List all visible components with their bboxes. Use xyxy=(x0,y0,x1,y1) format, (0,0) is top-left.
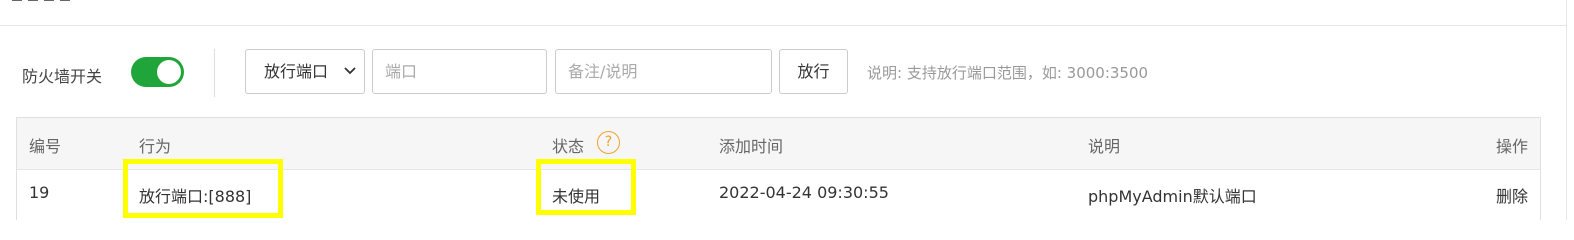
delete-link[interactable]: 删除 xyxy=(1496,183,1528,207)
row-id: 19 xyxy=(29,183,50,202)
port-input[interactable] xyxy=(372,49,547,94)
header-operation: 操作 xyxy=(1495,137,1528,156)
header-added-time: 添加时间 xyxy=(719,137,784,156)
header-status: 状态 xyxy=(552,137,585,156)
header-id: 编号 xyxy=(29,137,62,156)
section-header-fragment xyxy=(0,0,1566,26)
header-note: 说明 xyxy=(1088,137,1121,156)
row-action: 放行端口:[888] xyxy=(139,187,252,206)
action-select-value: 放行端口 xyxy=(264,62,329,81)
toolbar-divider xyxy=(214,49,215,97)
cropped-title xyxy=(12,0,142,4)
allow-button[interactable]: 放行 xyxy=(779,49,848,94)
row-note: phpMyAdmin默认端口 xyxy=(1088,187,1257,206)
action-select[interactable]: 放行端口 xyxy=(245,49,365,94)
header-action: 行为 xyxy=(139,137,172,156)
port-range-hint: 说明: 支持放行端口范围，如: 3000:3500 xyxy=(867,64,1149,82)
firewall-switch-label: 防火墙开关 xyxy=(22,67,103,86)
firewall-toggle[interactable] xyxy=(131,57,184,87)
firewall-rules-table: 编号 行为 状态 ? 添加时间 说明 操作 19 放行端口:[888] 未使用 … xyxy=(16,117,1541,220)
help-icon[interactable]: ? xyxy=(597,131,620,154)
row-added-time: 2022-04-24 09:30:55 xyxy=(719,183,889,202)
chevron-down-icon xyxy=(344,50,356,93)
row-status: 未使用 xyxy=(552,187,601,206)
toggle-knob xyxy=(157,60,181,84)
firewall-toolbar: 防火墙开关 放行端口 放行 说明: 支持放行端口范围，如: 3000:3500 xyxy=(0,46,1566,97)
panel-right-border xyxy=(1566,0,1567,220)
table-header: 编号 行为 状态 ? 添加时间 说明 操作 xyxy=(17,118,1540,170)
note-input[interactable] xyxy=(555,49,772,94)
firewall-panel: 防火墙开关 放行端口 放行 说明: 支持放行端口范围，如: 3000:3500 … xyxy=(0,0,1574,220)
